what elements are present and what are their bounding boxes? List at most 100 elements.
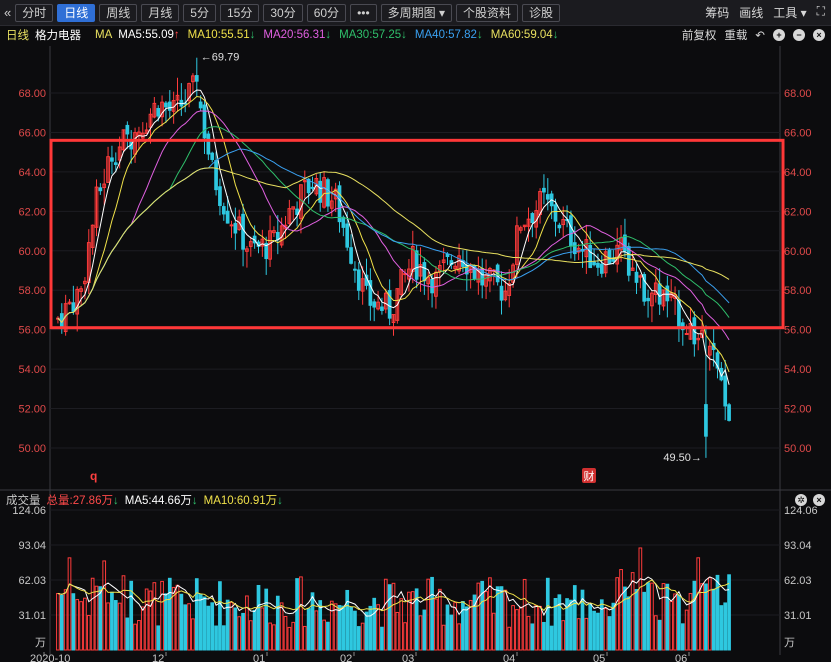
volume-bar xyxy=(283,615,288,651)
volume-bar xyxy=(607,616,612,651)
volume-bar xyxy=(287,626,292,651)
volume-bar xyxy=(719,605,724,651)
volume-bar xyxy=(229,601,234,651)
volume-bar xyxy=(337,605,342,651)
volume-bar xyxy=(167,577,172,651)
volume-bar xyxy=(677,594,681,651)
candle-body xyxy=(599,263,604,274)
volume-bar xyxy=(264,588,269,651)
volume-bar xyxy=(653,615,658,651)
candle-body xyxy=(727,404,731,421)
candle-body xyxy=(677,299,681,329)
volume-bar xyxy=(623,586,627,651)
volume-bar xyxy=(534,605,539,651)
volume-tick-left: 31.01 xyxy=(18,610,46,622)
volume-ma5: MA5:44.66万↓ xyxy=(124,495,198,507)
fin-marker: 财 xyxy=(584,469,595,483)
candle-body xyxy=(430,278,434,294)
volume-bar xyxy=(364,611,369,651)
volume-bar xyxy=(98,586,103,651)
volume-bar xyxy=(252,609,257,651)
volume-bar xyxy=(673,593,677,651)
volume-bar xyxy=(680,623,685,651)
candle-body xyxy=(194,75,199,82)
volume-bar xyxy=(449,614,454,651)
volume-legend: 成交量 总量:27.86万↓ MA5:44.66万↓ MA10:60.91万↓ … xyxy=(0,492,831,508)
candle-body xyxy=(198,101,203,109)
volume-bar xyxy=(711,588,716,651)
price-tick-left: 54.00 xyxy=(18,364,46,376)
volume-bar xyxy=(630,572,635,651)
candle-body xyxy=(530,213,535,224)
volume-bar xyxy=(715,574,720,651)
month-label: 05 xyxy=(593,653,605,662)
volume-bar xyxy=(218,581,222,651)
volume-bar xyxy=(518,606,523,651)
volume-close-icon[interactable]: × xyxy=(813,494,825,506)
price-tick-right: 62.00 xyxy=(784,206,812,218)
candle-body xyxy=(634,271,639,283)
price-tick-left: 62.00 xyxy=(18,206,46,218)
volume-bar xyxy=(692,580,697,651)
month-label: 2020-10 xyxy=(30,653,70,662)
volume-bar xyxy=(657,619,662,651)
volume-bar xyxy=(314,610,319,651)
price-tick-right: 50.00 xyxy=(784,443,812,455)
volume-bar xyxy=(198,593,203,651)
volume-settings-icon[interactable]: ✲ xyxy=(795,494,807,506)
volume-bar xyxy=(445,604,450,651)
candle-body xyxy=(229,224,234,227)
candle-body xyxy=(607,249,612,264)
volume-bar xyxy=(418,615,423,651)
volume-bar xyxy=(619,569,623,651)
volume-bar xyxy=(410,591,415,651)
volume-tick-left: 62.03 xyxy=(18,575,46,587)
candle-body xyxy=(657,283,662,305)
volume-bar xyxy=(696,557,701,651)
volume-bar xyxy=(434,598,438,651)
candle-body xyxy=(445,253,450,257)
candle-body xyxy=(241,213,245,250)
volume-bar xyxy=(592,610,596,651)
volume-bar xyxy=(90,577,95,651)
volume-bar xyxy=(634,589,639,651)
volume-bar xyxy=(723,602,728,651)
volume-bar xyxy=(329,600,334,651)
volume-bar xyxy=(56,592,60,651)
volume-bar xyxy=(545,577,550,651)
volume-bar xyxy=(125,617,130,651)
volume-bar xyxy=(538,605,542,651)
volume-bar xyxy=(341,605,346,651)
volume-bar xyxy=(457,623,461,651)
candle-body xyxy=(337,185,342,223)
volume-bar xyxy=(137,619,141,651)
volume-bar xyxy=(83,597,87,651)
volume-bar xyxy=(59,594,64,651)
candle-body xyxy=(723,375,728,407)
volume-bar xyxy=(704,583,708,651)
price-tick-left: 58.00 xyxy=(18,285,46,297)
volume-bar xyxy=(665,583,670,651)
volume-bar xyxy=(461,601,465,651)
volume-bar xyxy=(596,612,600,651)
volume-bar xyxy=(248,620,253,651)
volume-bar xyxy=(526,615,531,651)
price-tick-right: 68.00 xyxy=(784,88,812,100)
volume-bar xyxy=(71,593,76,651)
volume-bar xyxy=(175,584,180,651)
volume-bar xyxy=(646,582,650,651)
volume-bar xyxy=(476,582,481,651)
volume-bar xyxy=(202,596,207,651)
volume-bar xyxy=(588,603,593,651)
volume-bar xyxy=(221,625,226,651)
candle-body xyxy=(71,302,76,312)
high-annotation: ←69.79 xyxy=(201,52,240,64)
volume-bar xyxy=(121,575,126,651)
volume-bar xyxy=(245,595,249,651)
candle-body xyxy=(221,206,226,215)
price-tick-right: 66.00 xyxy=(784,127,812,139)
volume-bar xyxy=(210,602,215,651)
kline-chart[interactable]: 68.00 68.00 66.00 66.00 64.00 64.00 62.00 62.00… xyxy=(0,0,831,662)
candle-body xyxy=(341,216,346,228)
volume-bar xyxy=(615,577,620,651)
